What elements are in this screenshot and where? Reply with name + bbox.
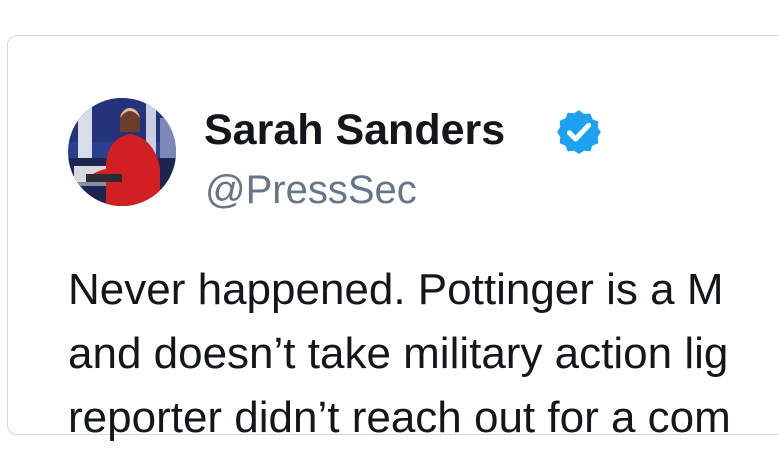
tweet-text-line: and doesn’t take military action lig <box>68 329 729 378</box>
avatar-photo <box>68 98 176 206</box>
author-display-name[interactable]: Sarah Sanders <box>204 104 505 156</box>
tweet-text-line: reporter didn’t reach out for a com <box>68 393 731 442</box>
tweet-text: Never happened. Pottinger is a M and doe… <box>68 258 779 450</box>
verified-badge-icon <box>557 110 601 154</box>
avatar[interactable] <box>68 98 176 206</box>
tweet-text-line: Never happened. Pottinger is a M <box>68 265 724 314</box>
author-handle[interactable]: @PressSec <box>205 166 417 214</box>
